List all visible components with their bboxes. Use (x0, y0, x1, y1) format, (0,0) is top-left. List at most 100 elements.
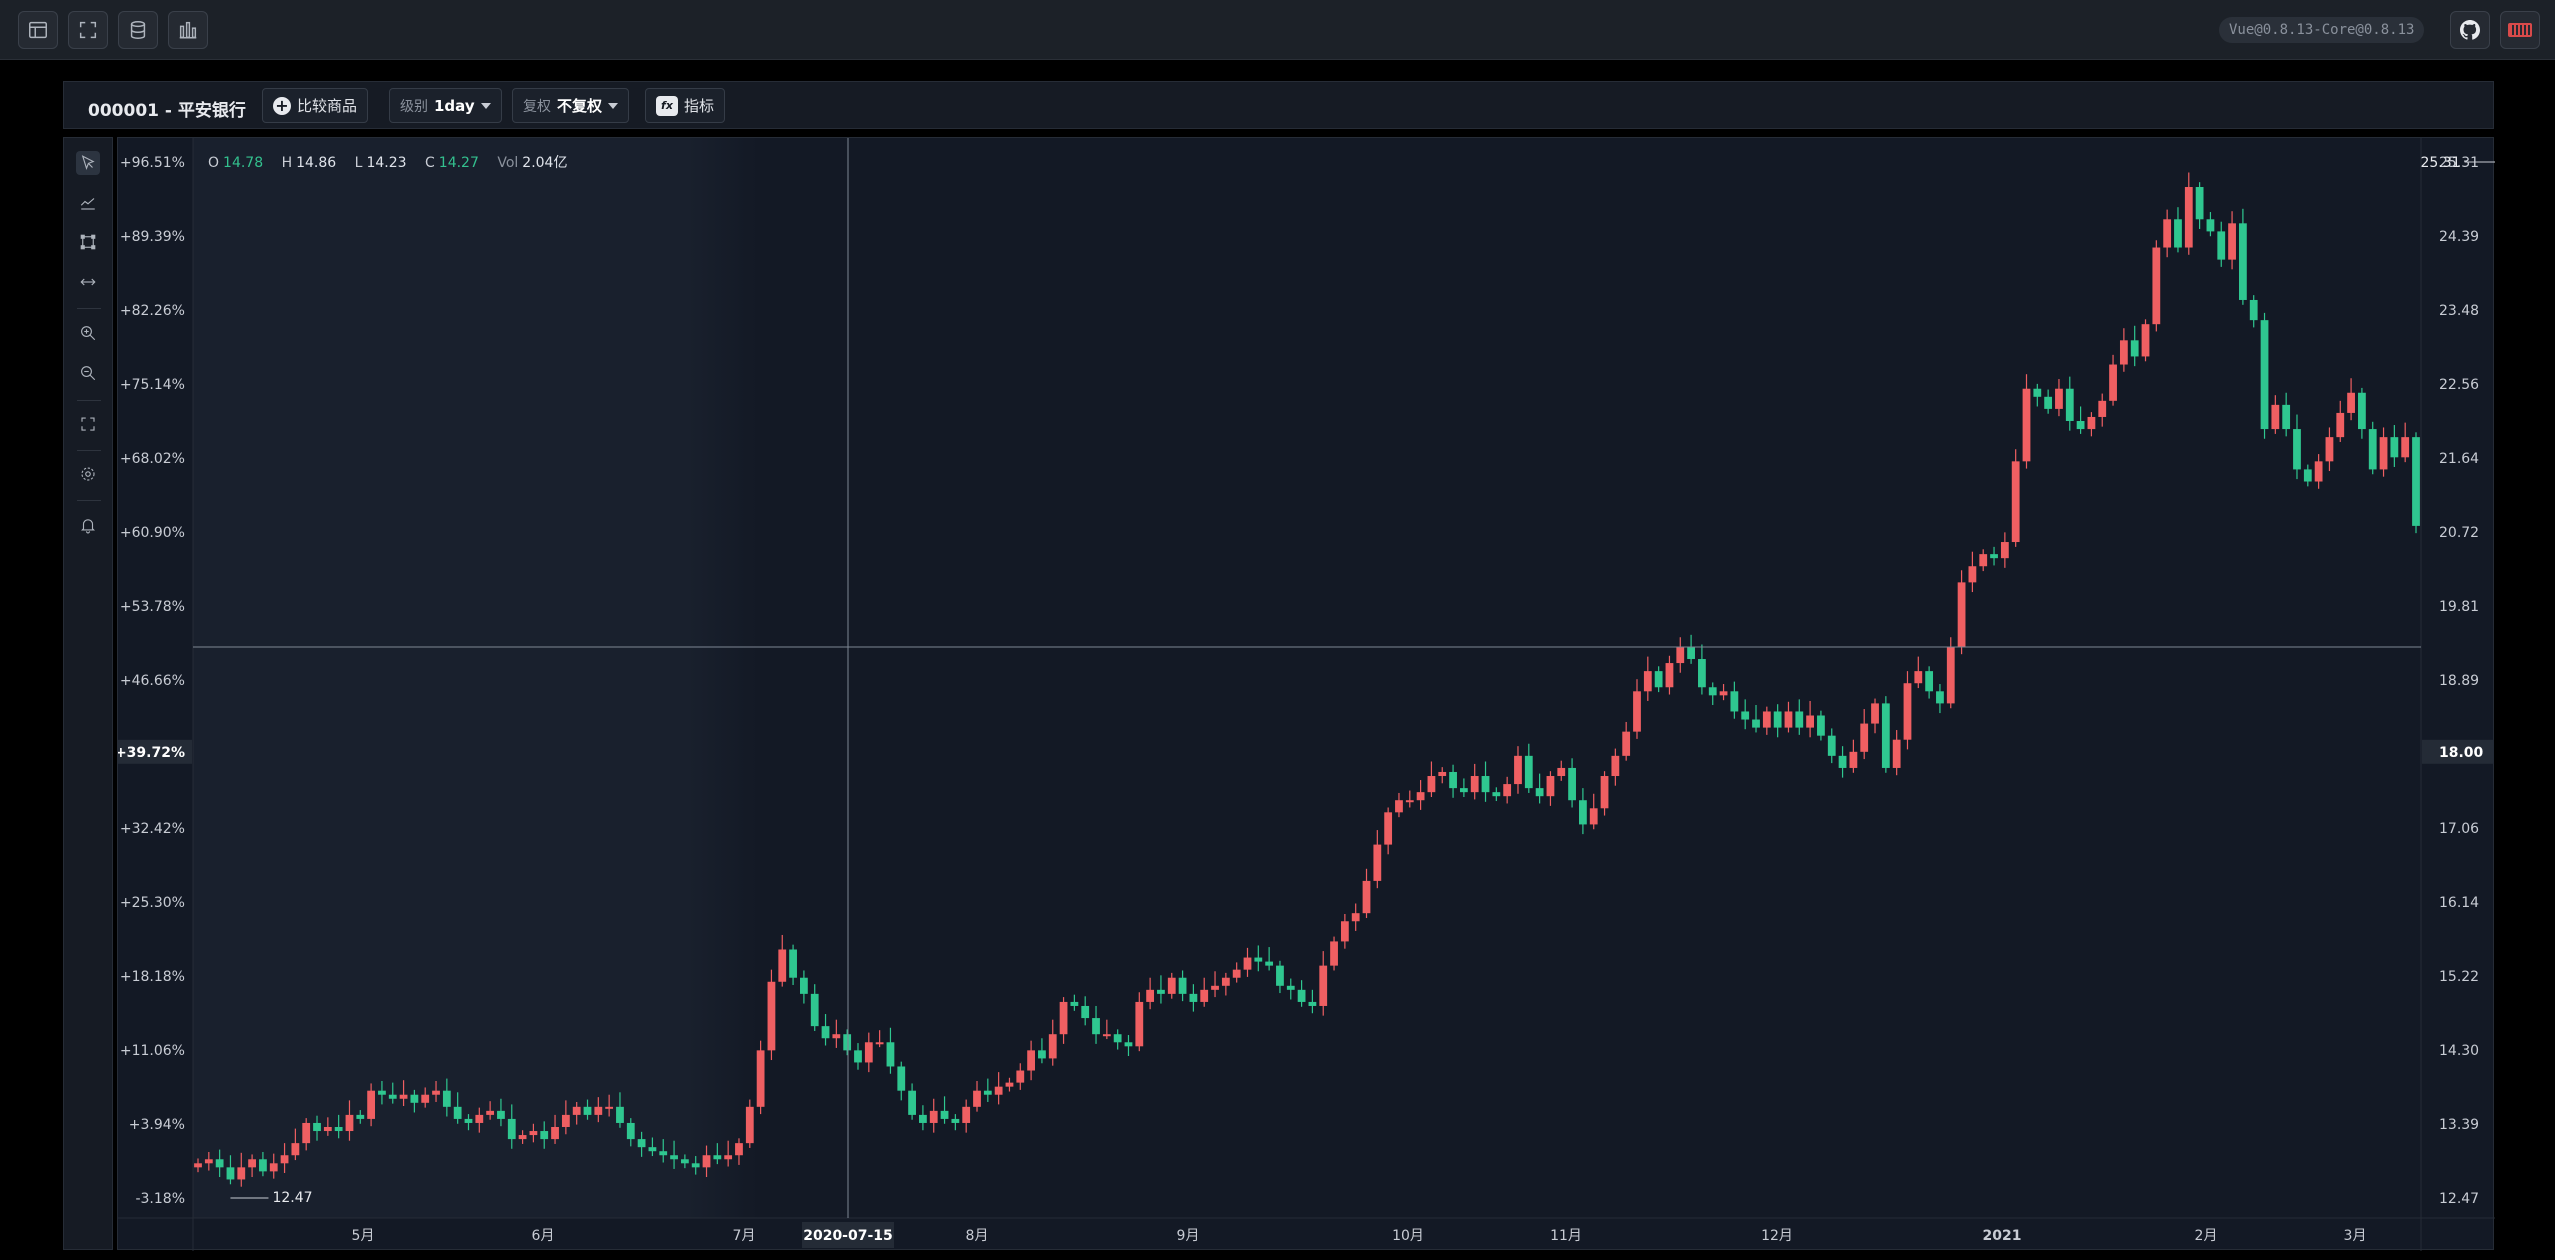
candle (2098, 393, 2107, 427)
candle-body (378, 1090, 386, 1095)
candle (1016, 1063, 1025, 1090)
candle (2076, 406, 2085, 434)
candle (1070, 994, 1079, 1011)
chart-panel[interactable]: 25.31 +96.51% 24.39 +89.39% 23.48 +82.26% 22.5… (117, 137, 2495, 1251)
candlestick-chart[interactable]: 25.31 +96.51% 24.39 +89.39% 23.48 +82.26% 22.5… (118, 138, 2495, 1251)
min-price-label: 12.47 (272, 1190, 312, 1206)
candle-body (1568, 767, 1576, 801)
candle-body (2303, 469, 2312, 482)
candle-body (648, 1147, 657, 1152)
bell-icon[interactable] (76, 513, 100, 537)
candle-body (659, 1151, 668, 1156)
line-tool-icon[interactable] (76, 191, 100, 215)
candle-body (1135, 1001, 1144, 1047)
candle (1838, 746, 1847, 778)
candle (1427, 761, 1436, 797)
candle-body (529, 1131, 538, 1136)
candle (799, 970, 808, 1004)
candle-body (2390, 437, 2399, 458)
candle-body (1395, 800, 1403, 813)
candle (1492, 787, 1501, 802)
candle-body (2044, 396, 2053, 409)
language-icon[interactable] (2500, 11, 2540, 49)
candle (940, 1096, 949, 1124)
candle-body (1384, 812, 1393, 845)
bar-chart-icon[interactable] (168, 11, 208, 49)
candle-body (345, 1114, 354, 1132)
candle (1254, 945, 1263, 972)
candle (1968, 551, 1977, 593)
candle (2358, 387, 2366, 439)
candle-body (2119, 340, 2128, 365)
candle (1189, 984, 1198, 1012)
x-axis-tick-label: 6月 (532, 1228, 555, 1244)
candle-body (2293, 429, 2301, 470)
candle-body (1286, 985, 1295, 990)
candle-body (1459, 788, 1468, 793)
candle-body (994, 1086, 1003, 1095)
candle-body (356, 1114, 365, 1119)
candle (1395, 792, 1403, 818)
candle (1654, 666, 1663, 693)
indicator-button[interactable]: fx 指标 (645, 88, 726, 123)
candle (1957, 570, 1966, 655)
x-axis-tick-label: 8月 (966, 1228, 989, 1244)
cursor-icon[interactable] (76, 151, 100, 175)
candle-body (2249, 299, 2258, 321)
candle-body (518, 1135, 527, 1140)
measure-icon[interactable] (76, 270, 100, 294)
candle-body (1654, 671, 1663, 688)
candle-body (1762, 711, 1771, 728)
candle (1849, 739, 1858, 773)
candle (1881, 696, 1890, 773)
candle-body (2076, 421, 2085, 430)
candle (1546, 771, 1555, 806)
zoom-in-icon[interactable] (76, 321, 100, 345)
candle-body (2260, 320, 2269, 430)
candle-body (1265, 961, 1274, 966)
close-label: C (425, 155, 435, 171)
candle-body (1200, 989, 1209, 1002)
candle (2055, 379, 2063, 417)
candle (2282, 392, 2291, 437)
candle (2206, 212, 2215, 237)
adjust-select[interactable]: 复权 不复权 (512, 88, 630, 123)
compare-button[interactable]: + 比较商品 (262, 88, 369, 123)
candle-body (832, 1034, 841, 1039)
candle-body (1330, 941, 1338, 966)
candle-body (410, 1094, 419, 1103)
candle (2238, 208, 2247, 305)
candle (1946, 637, 1955, 709)
candle (767, 969, 776, 1061)
candle-body (1535, 788, 1544, 797)
database-icon[interactable] (118, 11, 158, 49)
candle-body (1481, 776, 1490, 793)
settings-icon[interactable] (76, 462, 100, 486)
fullscreen-icon[interactable] (68, 11, 108, 49)
candle-body (280, 1155, 289, 1164)
candle-body (1687, 646, 1695, 660)
candle-body (908, 1090, 916, 1115)
candle (810, 984, 819, 1031)
chart-toolbar: 000001 - 平安银行 + 比较商品 级别 1day 复权 不复权 fx 指… (63, 81, 2494, 129)
candle (1795, 699, 1804, 735)
fullscreen-icon[interactable] (76, 412, 100, 436)
zoom-out-icon[interactable] (76, 361, 100, 385)
y-axis-tick-label: 18.89 (2439, 673, 2479, 689)
candle-body (605, 1106, 614, 1109)
shaded-region-fade (688, 138, 758, 1218)
candle-body (2325, 437, 2334, 462)
candle-body (789, 949, 797, 978)
candle-body (1449, 771, 1457, 789)
candle (1589, 793, 1598, 830)
candle-body (1806, 715, 1815, 728)
y-axis-tick-label: 23.48 (2439, 303, 2479, 319)
candle-body (951, 1118, 960, 1123)
candle (919, 1105, 927, 1131)
candle-body (810, 993, 819, 1027)
table-icon[interactable] (18, 11, 58, 49)
period-select[interactable]: 级别 1day (389, 88, 502, 123)
candle-body (1005, 1082, 1014, 1087)
rectangle-tool-icon[interactable] (76, 230, 100, 254)
github-icon[interactable] (2450, 11, 2490, 49)
